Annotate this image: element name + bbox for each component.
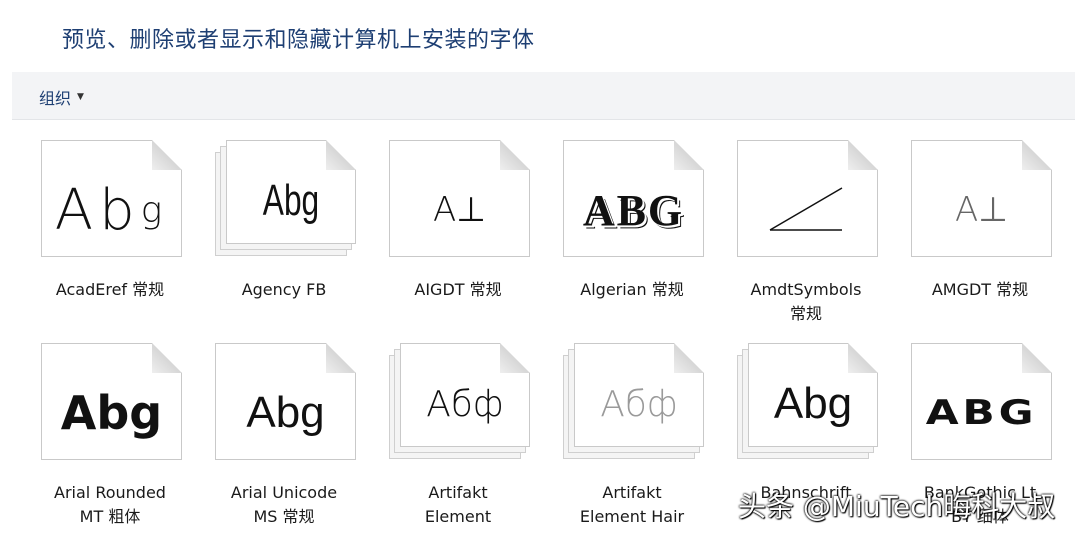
font-tile-amgdt[interactable]: A⊥ AMGDT 常规 <box>910 138 1070 338</box>
font-label: AIGDT 常规 <box>414 280 502 299</box>
font-tile-arial-unicode[interactable]: Abg Arial Unicode MS 常规 <box>214 341 374 534</box>
font-label: AmdtSymbols 常规 <box>750 280 862 323</box>
organize-label: 组织 <box>39 89 72 108</box>
font-sample: Abg <box>246 388 325 437</box>
font-tile-artifakt-element-hair[interactable]: Абф Artifakt Element Hair <box>562 341 722 534</box>
font-label: Agency FB <box>241 280 327 299</box>
watermark: 头条 @MiuTech晦科大叔 <box>738 490 1056 523</box>
font-tile-arial-rounded[interactable]: Abg Arial Rounded MT 粗体 <box>40 341 200 534</box>
font-tile-algerian[interactable]: ABG Algerian 常规 <box>562 138 722 338</box>
font-sample: ABG <box>925 393 1038 433</box>
font-thumbnail: Абф <box>388 341 548 471</box>
font-sample: A⊥ <box>433 190 486 230</box>
font-label: Algerian 常规 <box>580 280 684 299</box>
font-sample: Abg <box>54 177 169 243</box>
font-thumbnail: Abg <box>214 138 374 268</box>
angle-symbol-icon <box>769 187 843 231</box>
font-tile-artifakt-element[interactable]: Абф Artifakt Element <box>388 341 548 534</box>
font-sample: A⊥ <box>955 190 1008 230</box>
font-sample: Abg <box>773 379 853 428</box>
font-tile-acaderef[interactable]: Ab g AcadEref 常规 <box>40 138 200 338</box>
font-grid: Ab g AcadEref 常规 Abg Agency FB A⊥ AIGDT 常… <box>0 138 1075 534</box>
caret-down-icon: ▼ <box>77 92 84 102</box>
font-thumbnail: ABG <box>910 341 1070 471</box>
font-thumbnail: A⊥ <box>910 138 1070 268</box>
font-label: AMGDT 常规 <box>931 280 1029 299</box>
font-thumbnail: Abg <box>40 341 200 471</box>
font-sample: Abg <box>60 386 163 440</box>
font-tile-amdtsymbols[interactable]: AmdtSymbols 常规 <box>736 138 896 338</box>
font-thumbnail <box>736 138 896 268</box>
font-sample: Абф <box>600 383 678 425</box>
page-title: 预览、删除或者显示和隐藏计算机上安装的字体 <box>62 28 535 53</box>
toolbar: 组织 ▼ <box>12 72 1075 120</box>
font-label: Arial Rounded MT 粗体 <box>54 483 166 526</box>
font-label: AcadEref 常规 <box>55 280 165 299</box>
font-sample: Abg <box>262 176 320 225</box>
page-fold-icon <box>848 140 878 170</box>
font-thumbnail: Abg <box>736 341 896 471</box>
font-thumbnail: ABG <box>562 138 722 268</box>
font-thumbnail: Abg <box>214 341 374 471</box>
font-sample: ABG <box>582 185 685 235</box>
organize-menu-button[interactable]: 组织 ▼ <box>39 85 84 109</box>
font-label: Artifakt Element Hair <box>579 483 685 526</box>
font-thumbnail: Абф <box>562 341 722 471</box>
font-label: Artifakt Element <box>424 483 492 526</box>
font-sample: Абф <box>426 383 504 425</box>
font-tile-aigdt[interactable]: A⊥ AIGDT 常规 <box>388 138 548 338</box>
font-tile-agency-fb[interactable]: Abg Agency FB <box>214 138 374 338</box>
font-thumbnail: A⊥ <box>388 138 548 268</box>
font-thumbnail: Abg <box>40 138 200 268</box>
font-label: Arial Unicode MS 常规 <box>230 483 338 526</box>
